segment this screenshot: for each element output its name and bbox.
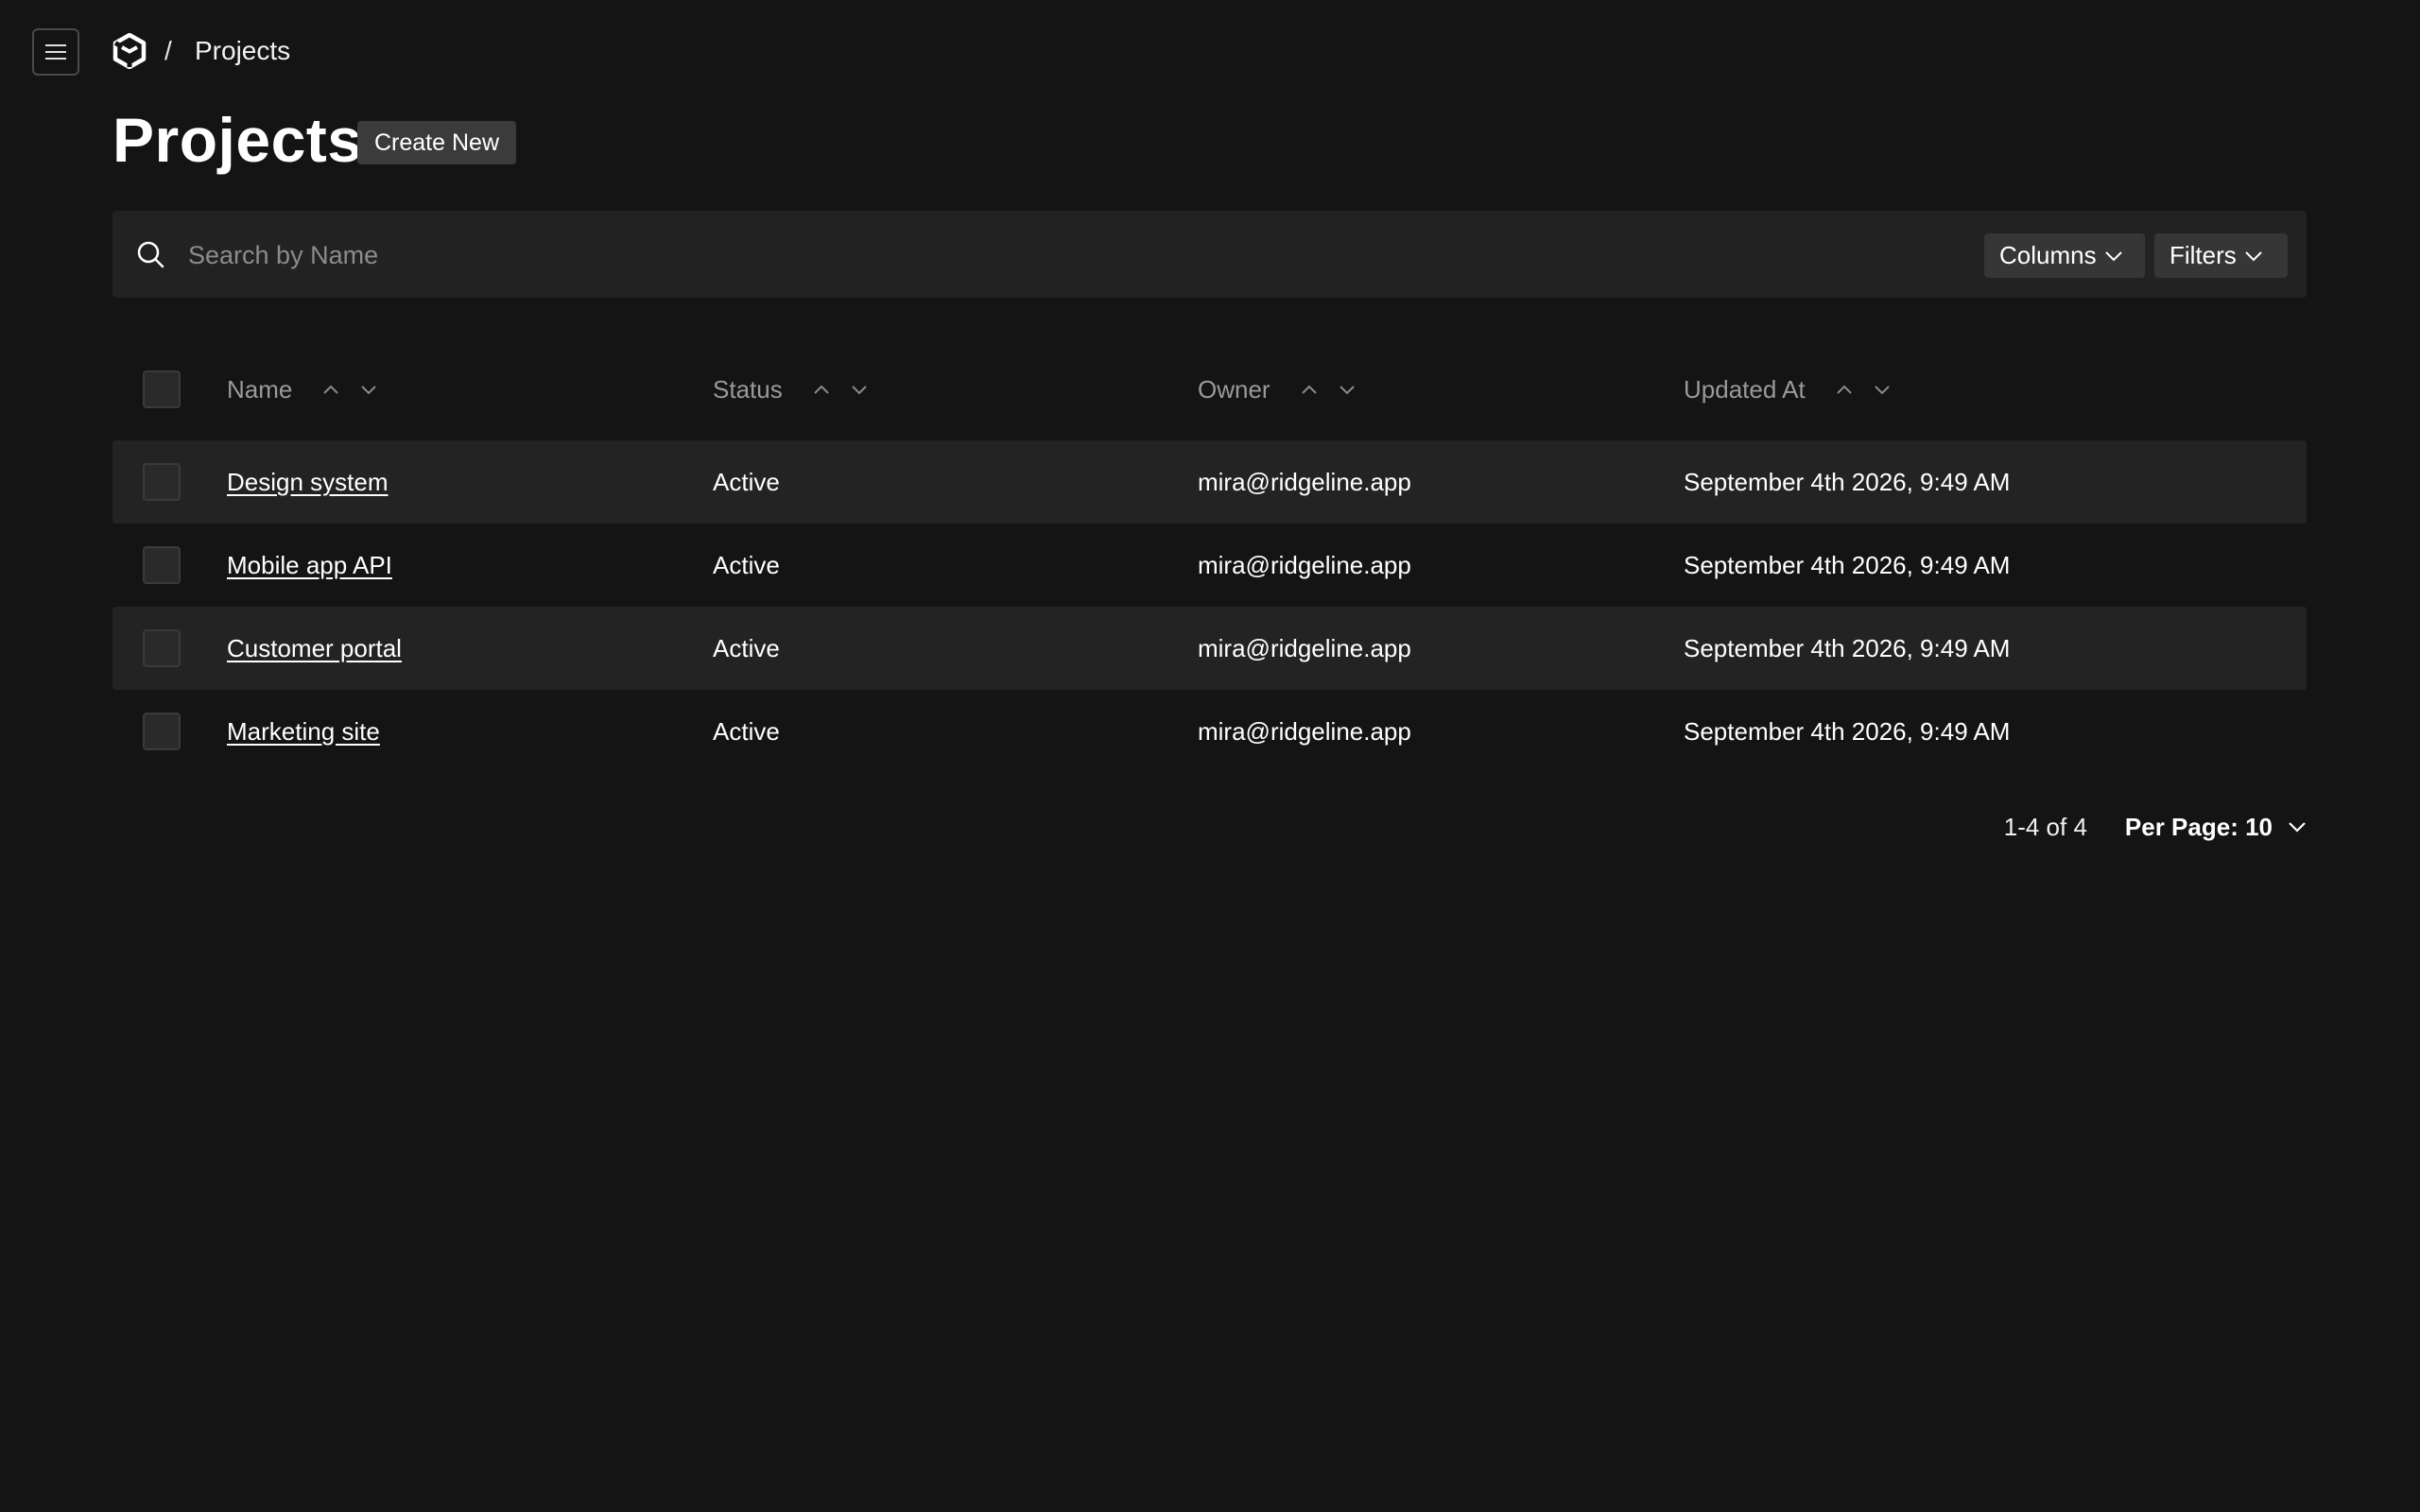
breadcrumb-current: Projects (195, 36, 291, 65)
column-header-updated-at: Updated At (1684, 370, 1910, 408)
row-checkbox[interactable] (143, 546, 181, 584)
chevron-down-icon[interactable] (1337, 379, 1357, 400)
chevron-up-icon[interactable] (1834, 379, 1855, 400)
column-label: Name (227, 374, 293, 404)
status-cell: Active (713, 551, 780, 579)
project-link[interactable]: Design system (227, 468, 389, 496)
pagination-range: 1-4 of 4 (2003, 812, 2087, 841)
column-header-status: Status (713, 370, 887, 408)
owner-cell: mira@ridgeline.app (1198, 634, 1411, 662)
updated-at-cell: September 4th 2026, 9:49 AM (1684, 468, 2011, 496)
table-row: Mobile app API Active mira@ridgeline.app… (112, 524, 2307, 607)
menu-button[interactable] (32, 28, 79, 76)
per-page-select[interactable]: Per Page: 10 (2125, 813, 2307, 842)
updated-at-cell: September 4th 2026, 9:49 AM (1684, 551, 2011, 579)
project-name-cell: Design system (227, 440, 389, 524)
project-name-cell: Customer portal (227, 607, 402, 690)
columns-button-label: Columns (1999, 241, 2097, 269)
row-checkbox[interactable] (143, 629, 181, 667)
column-header-name: Name (227, 370, 396, 408)
table-row: Design system Active mira@ridgeline.app … (112, 440, 2307, 524)
updated-at-cell: September 4th 2026, 9:49 AM (1684, 717, 2011, 746)
row-checkbox[interactable] (143, 463, 181, 501)
updated-at-cell: September 4th 2026, 9:49 AM (1684, 634, 2011, 662)
owner-cell: mira@ridgeline.app (1198, 717, 1411, 746)
home-logo[interactable] (112, 32, 147, 70)
column-label: Owner (1198, 374, 1270, 404)
column-label: Status (713, 374, 783, 404)
owner-cell: mira@ridgeline.app (1198, 551, 1411, 579)
chevron-down-icon[interactable] (1872, 379, 1893, 400)
column-label: Updated At (1684, 374, 1806, 404)
chevron-up-icon[interactable] (320, 379, 341, 400)
filters-button[interactable]: Filters (2154, 233, 2288, 278)
column-header-owner: Owner (1198, 370, 1374, 408)
table-row: Customer portal Active mira@ridgeline.ap… (112, 607, 2307, 690)
columns-button[interactable]: Columns (1984, 233, 2145, 278)
project-link[interactable]: Marketing site (227, 717, 380, 746)
chevron-up-icon[interactable] (1299, 379, 1320, 400)
row-checkbox[interactable] (143, 713, 181, 750)
chevron-down-icon[interactable] (358, 379, 379, 400)
search-icon (137, 241, 164, 268)
hexagon-logo-icon (112, 33, 147, 69)
chevron-down-icon (2245, 250, 2262, 261)
status-cell: Active (713, 468, 780, 496)
create-new-button[interactable]: Create New (357, 121, 516, 164)
pagination: 1-4 of 4 Per Page: 10 (2004, 808, 2307, 846)
status-cell: Active (713, 634, 780, 662)
search-bar: Columns Filters (112, 211, 2307, 298)
projects-table: Name Status Owner Updated At Design syst… (112, 346, 2307, 773)
per-page-label: Per Page: 10 (2124, 812, 2273, 841)
page-title: Projects (112, 105, 363, 175)
project-name-cell: Marketing site (227, 690, 380, 773)
hamburger-menu-icon (45, 44, 66, 60)
status-cell: Active (713, 717, 780, 746)
chevron-down-icon (2289, 822, 2306, 833)
project-name-cell: Mobile app API (227, 524, 392, 607)
top-bar: / Projects (0, 0, 2420, 106)
search-input[interactable] (186, 232, 1986, 279)
breadcrumb-separator: / (164, 36, 172, 65)
project-link[interactable]: Mobile app API (227, 551, 392, 579)
chevron-down-icon (2104, 250, 2122, 261)
table-row: Marketing site Active mira@ridgeline.app… (112, 690, 2307, 773)
owner-cell: mira@ridgeline.app (1198, 468, 1411, 496)
table-header: Name Status Owner Updated At (112, 346, 2307, 440)
project-link[interactable]: Customer portal (227, 634, 402, 662)
chevron-up-icon[interactable] (811, 379, 832, 400)
filters-button-label: Filters (2169, 241, 2237, 269)
projects-page: / Projects Projects Create New Columns F… (0, 0, 2420, 1512)
select-all-checkbox[interactable] (143, 370, 181, 408)
chevron-down-icon[interactable] (849, 379, 870, 400)
